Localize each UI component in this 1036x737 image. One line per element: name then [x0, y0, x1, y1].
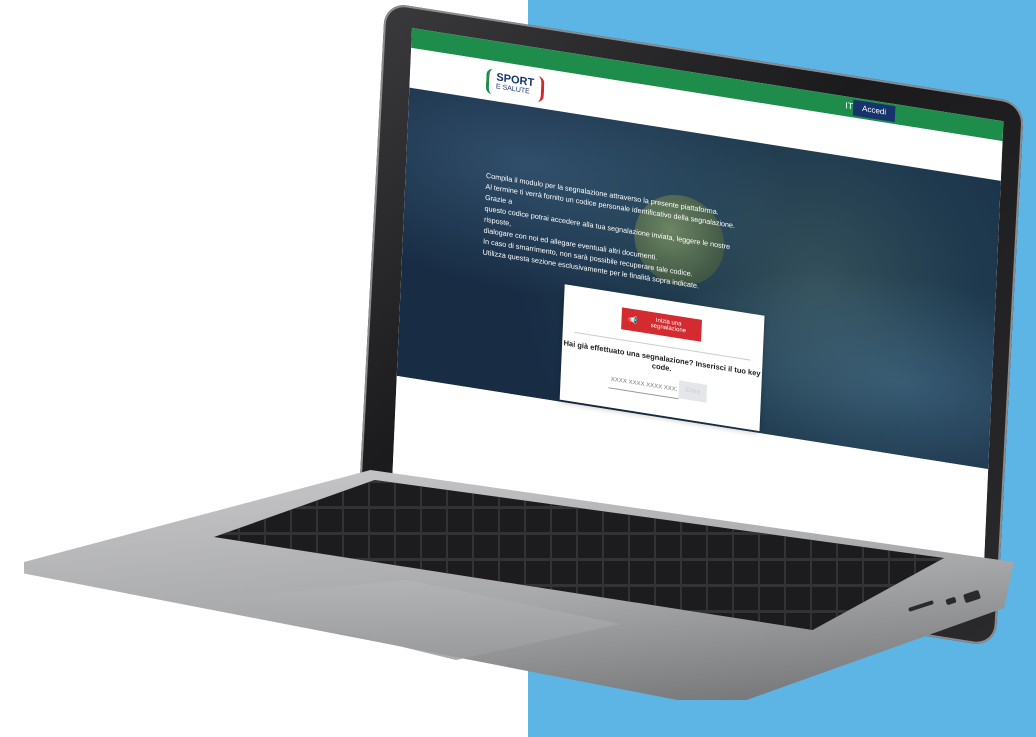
laptop-side-ports	[908, 589, 988, 616]
logo-text: SPORT E SALUTE	[496, 71, 535, 98]
keycode-input[interactable]	[608, 371, 680, 400]
start-report-button[interactable]: 📢 Inizia una segnalazione	[621, 307, 702, 342]
sd-card-slot	[908, 600, 934, 612]
megaphone-icon: 📢	[627, 314, 638, 326]
logo-left-bracket	[485, 67, 494, 95]
enter-button[interactable]: Entra	[678, 380, 708, 403]
start-report-label: Inizia una segnalazione	[650, 317, 687, 335]
usb-c-port	[945, 596, 957, 606]
sport-e-salute-logo[interactable]: SPORT E SALUTE	[485, 67, 545, 103]
logo-right-bracket	[536, 75, 545, 103]
